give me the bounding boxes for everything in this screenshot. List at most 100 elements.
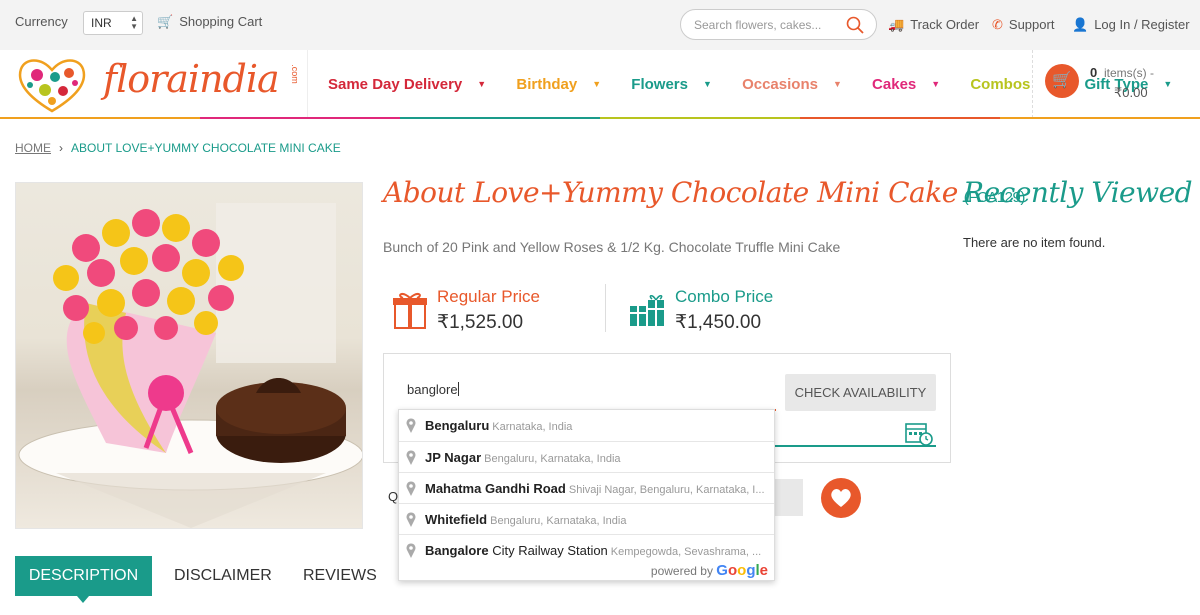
gift-box-icon [393,292,427,329]
autocomplete-item[interactable]: Bengaluru Karnataka, India [399,410,774,441]
autocomplete-secondary: Karnataka, India [492,421,573,433]
currency-label: Currency [15,14,68,29]
tab-disclaimer[interactable]: DISCLAIMER [174,556,272,596]
autocomplete-main: JP Nagar [425,450,482,465]
autocomplete-secondary: Kempegowda, Sevashrama, ... [610,546,762,558]
logo-suffix: .com [289,64,300,84]
autocomplete-secondary: Shivaji Nagar, Bengaluru, Karnataka, I..… [568,484,765,496]
product-photo [18,203,362,528]
nav-label: Combos [970,76,1031,93]
caret-down-icon: ▼ [702,79,712,89]
heart-icon [831,489,851,507]
track-order-label: Track Order [910,17,980,32]
cart-count: 0 [1090,65,1098,80]
recently-viewed-title: Recently Viewed [963,176,1193,209]
cart-button[interactable]: 🛒 [1045,64,1079,98]
shopping-cart-label: Shopping Cart [179,14,263,29]
breadcrumb: HOME › ABOUT LOVE+YUMMY CHOCOLATE MINI CAK… [15,141,341,155]
map-pin-icon [406,543,416,558]
phone-icon: ✆ [992,17,1003,32]
text-caret [457,382,459,396]
site-logo[interactable]: floraindia .com [15,55,300,115]
support-link[interactable]: ✆ Support [992,17,1054,33]
currency-select[interactable]: INR ▲ ▼ [83,11,143,35]
map-pin-icon [406,450,416,465]
calendar-clock-icon[interactable] [904,420,934,446]
recently-viewed-empty: There are no item found. [963,235,1106,250]
nav-occasions[interactable]: Occasions ▼ [742,76,855,93]
top-bar: Currency INR ▲ ▼ 🛒 Shopping Cart Search fl… [0,0,1200,50]
autocomplete-item[interactable]: Bangalore City Railway Station Kempegowda… [399,534,774,565]
nav-label: Cakes [872,76,917,93]
nav-label: Flowers [631,76,688,93]
price-divider [605,284,606,332]
powered-by-label: powered by [650,564,713,578]
map-pin-icon [406,418,416,433]
autocomplete-secondary: Bengaluru, Karnataka, India [490,515,627,527]
tab-reviews[interactable]: REVIEWS [303,556,377,596]
caret-down-icon: ▼ [832,79,842,89]
location-input-value: banglore [407,382,458,397]
combo-price-value: ₹1,450.00 [675,312,762,333]
cart-items-label: items(s) - [1104,66,1154,80]
support-label: Support [1008,17,1055,32]
select-arrows-icon: ▲ ▼ [130,14,138,31]
product-title: About Love+Yummy Chocolate Mini Cake (FCA… [383,176,1025,209]
product-image[interactable] [15,182,363,529]
autocomplete-main: Whitefield [425,512,488,527]
autocomplete-item[interactable]: JP Nagar Bengaluru, Karnataka, India [399,441,774,472]
nav-divider [307,50,308,118]
check-availability-button[interactable]: CHECK AVAILABILITY [785,374,936,411]
caret-down-icon: ▼ [1163,79,1173,89]
login-label: Log In / Register [1094,17,1190,32]
nav-birthday[interactable]: Birthday ▼ [516,76,614,93]
product-title-text: About Love+Yummy Chocolate Mini Cake [383,176,958,209]
autocomplete-item[interactable]: Mahatma Gandhi Road Shivaji Nagar, Bengal… [399,472,774,503]
floral-heart-logo-icon [18,59,86,113]
nav-same-day-delivery[interactable]: Same Day Delivery ▼ [328,76,499,93]
powered-by-google: powered by Google [651,562,768,579]
regular-price-value: ₹1,525.00 [437,312,524,333]
breadcrumb-home[interactable]: HOME [15,141,51,155]
cart-icon: 🛒 [1052,72,1072,89]
google-logo: Google [716,562,768,579]
header-color-stripe [0,117,1200,119]
autocomplete-main: Bengaluru [425,418,490,433]
caret-down-icon: ▼ [477,79,487,89]
product-subtitle: Bunch of 20 Pink and Yellow Roses & 1/2 … [383,239,841,255]
map-pin-icon [406,512,416,527]
autocomplete-main-rest: City Railway Station [488,543,608,558]
search-icon[interactable] [846,16,864,34]
nav-label: Same Day Delivery [328,76,463,93]
user-plus-icon: 👤 [1072,17,1089,32]
location-input[interactable]: banglore [399,378,776,411]
nav-label: Occasions [742,76,818,93]
nav-label: Birthday [516,76,578,93]
nav-flowers[interactable]: Flowers ▼ [631,76,725,93]
truck-icon: 🚚 [888,17,905,32]
map-pin-icon [406,481,416,496]
caret-down-icon: ▼ [592,79,602,89]
login-register-link[interactable]: 👤 Log In / Register [1072,17,1190,33]
cart-divider [1032,50,1033,118]
search-box[interactable]: Search flowers, cakes... [680,9,877,40]
autocomplete-main-match: Bangalore [425,543,489,558]
logo-text: floraindia [103,57,280,101]
combo-price-label: Combo Price [675,287,774,306]
cart-total: ₹0.00 [1114,85,1148,100]
currency-value: INR [91,16,112,30]
autocomplete-main: Mahatma Gandhi Road [425,481,566,496]
nav-cakes[interactable]: Cakes ▼ [872,76,953,93]
shopping-cart-link[interactable]: 🛒 Shopping Cart [157,14,262,30]
cart-icon: 🛒 [157,14,174,29]
wishlist-button[interactable] [821,478,861,518]
track-order-link[interactable]: 🚚 Track Order [888,17,979,33]
location-autocomplete-dropdown: Bengaluru Karnataka, India JP Nagar Bengal… [398,409,775,581]
tab-description[interactable]: DESCRIPTION [15,556,152,603]
chevron-right-icon: › [59,141,63,155]
regular-price-label: Regular Price [437,287,540,306]
search-input[interactable]: Search flowers, cakes... [694,18,821,32]
breadcrumb-current: ABOUT LOVE+YUMMY CHOCOLATE MINI CAKE [71,141,341,155]
autocomplete-item[interactable]: Whitefield Bengaluru, Karnataka, India [399,503,774,534]
quantity-label: Q [388,489,399,504]
